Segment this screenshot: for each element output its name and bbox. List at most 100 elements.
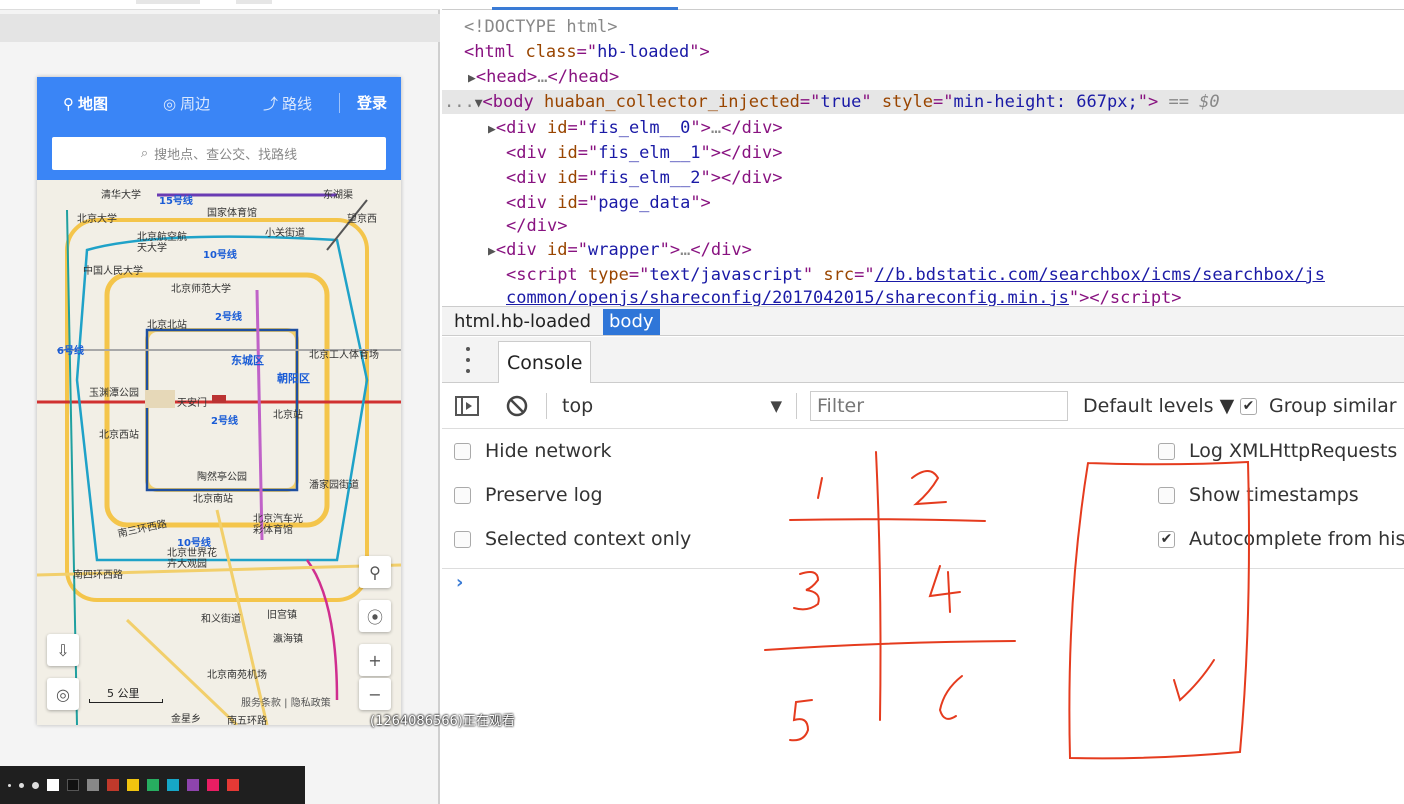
script-node-cont[interactable]: common/openjs/shareconfig/2017042015/sha… (506, 286, 1182, 306)
map-label: 天安门 (177, 398, 207, 409)
settings-divider (442, 568, 1404, 569)
map-label: 北京南站 (193, 494, 233, 505)
nav-route[interactable]: ⤴ 路线 (263, 93, 312, 115)
drawer-menu-icon[interactable] (462, 347, 474, 373)
collapsed-ellipsis: … (537, 67, 548, 87)
map-copyright[interactable]: 服务条款 | 隐私政策 (241, 694, 331, 709)
search-icon: ⌕ (140, 146, 149, 161)
attr-name: class (525, 42, 577, 62)
color-swatch[interactable] (47, 779, 59, 791)
html-node[interactable]: <html class="hb-loaded"> (464, 40, 710, 64)
checkbox-label: Show timestamps (1189, 484, 1359, 506)
pen-size-medium[interactable] (19, 782, 24, 788)
autocomplete-history-checkbox[interactable]: ✔ Autocomplete from history (1158, 526, 1404, 552)
body-node-selected[interactable]: ...▼<body huaban_collector_injected="tru… (442, 90, 1404, 114)
checkmark-icon[interactable]: ✔ (1158, 530, 1175, 548)
toolbar-tab[interactable] (136, 0, 200, 4)
elements-tab-indicator[interactable] (492, 7, 678, 10)
attr-name: huaban_collector_injected (544, 92, 800, 112)
filter-input[interactable]: Filter (810, 391, 1068, 421)
clear-console-icon[interactable] (504, 393, 530, 419)
group-similar-checkbox[interactable]: ✔ Group similar (1240, 393, 1397, 419)
doctype-node[interactable]: <!DOCTYPE html> (464, 15, 618, 39)
breadcrumb: html.hb-loaded body (442, 306, 1404, 336)
nav-map[interactable]: ⚲ 地图 (63, 93, 108, 115)
expand-triangle-icon[interactable]: ▶ (488, 122, 496, 137)
map-label: 南四环西路 (73, 570, 123, 581)
device-preview-pane: ⚲ 地图 ◎ 周边 ⤴ 路线 登录 ⌕ 搜地点、查公交、找路线 清华大学 15号… (0, 0, 440, 804)
checkbox-box[interactable] (1158, 486, 1175, 504)
log-xhr-checkbox[interactable]: Log XMLHttpRequests (1158, 438, 1397, 464)
preserve-log-checkbox[interactable]: Preserve log (454, 482, 603, 508)
nav-nearby-label: 周边 (180, 95, 211, 113)
traffic-light-button[interactable]: ⦿ (359, 600, 391, 632)
tag-name: body (492, 92, 534, 112)
color-swatch[interactable] (107, 779, 119, 791)
map-label: 北京大学 (77, 214, 117, 225)
color-swatch[interactable] (167, 779, 179, 791)
color-swatch[interactable] (187, 779, 199, 791)
div-node[interactable]: <div id="fis_elm__2"></div> (506, 166, 782, 190)
doctype-text: <!DOCTYPE html> (464, 17, 618, 37)
node-ellipsis: ... (444, 92, 475, 112)
map-label: 小关街道 (265, 228, 305, 239)
nav-nearby[interactable]: ◎ 周边 (163, 93, 210, 115)
collapse-triangle-icon[interactable]: ▼ (475, 96, 483, 111)
map-canvas[interactable]: 清华大学 15号线 东湖渠 北京大学 国家体育馆 望京西 北京航空航天大学 小关… (37, 180, 401, 725)
attr-value: min-height: 667px; (953, 92, 1138, 112)
context-select[interactable]: top ▼ (562, 393, 782, 419)
traffic-button[interactable]: ⚲ (359, 556, 391, 588)
color-swatch[interactable] (207, 779, 219, 791)
pen-size-large[interactable] (32, 781, 39, 789)
script-src-link[interactable]: common/openjs/shareconfig/2017042015/sha… (506, 288, 1069, 306)
attr-value: text/javascript (649, 265, 803, 285)
div-node[interactable]: <div id="fis_elm__1"></div> (506, 141, 782, 165)
breadcrumb-html[interactable]: html.hb-loaded (448, 309, 597, 335)
checkbox-box[interactable] (454, 442, 471, 460)
location-pin-icon: ⚲ (63, 95, 74, 113)
log-levels-dropdown[interactable]: Default levels ▼ (1083, 393, 1234, 419)
color-swatch[interactable] (147, 779, 159, 791)
map-label: 望京西 (347, 214, 377, 225)
pen-size-small[interactable] (8, 783, 11, 787)
locate-me-button[interactable]: ◎ (47, 678, 79, 710)
zoom-in-button[interactable]: + (359, 644, 391, 676)
checkmark-icon[interactable]: ✔ (1240, 397, 1257, 415)
show-timestamps-checkbox[interactable]: Show timestamps (1158, 482, 1359, 508)
color-swatch[interactable] (127, 779, 139, 791)
console-prompt-icon[interactable]: › (456, 572, 463, 593)
div-node[interactable]: ▶<div id="wrapper">…</div> (488, 238, 752, 262)
color-swatch[interactable] (67, 779, 79, 791)
login-button[interactable]: 登录 (357, 92, 387, 113)
download-map-button[interactable]: ⇩ (47, 634, 79, 666)
tab-console[interactable]: Console (498, 341, 592, 383)
div-node[interactable]: ▶<div id="fis_elm__0">…</div> (488, 116, 783, 140)
div-close-node[interactable]: </div> (506, 214, 567, 238)
expand-triangle-icon[interactable]: ▶ (468, 71, 476, 86)
hide-network-checkbox[interactable]: Hide network (454, 438, 612, 464)
color-swatch[interactable] (87, 779, 99, 791)
expand-triangle-icon[interactable]: ▶ (488, 244, 496, 259)
checkbox-box[interactable] (454, 530, 471, 548)
selected-context-checkbox[interactable]: Selected context only (454, 526, 691, 552)
zoom-out-button[interactable]: − (359, 678, 391, 710)
map-label: 北京世界花卉大观园 (167, 548, 217, 570)
checkbox-box[interactable] (454, 486, 471, 504)
group-similar-label: Group similar (1269, 395, 1397, 417)
div-node[interactable]: <div id="page_data"> (506, 191, 711, 215)
head-node[interactable]: ▶<head>…</head> (468, 65, 619, 89)
map-label: 旧宫镇 (267, 610, 297, 621)
map-label: 北京师范大学 (171, 284, 231, 295)
tag-name: head (568, 67, 609, 87)
script-src-link[interactable]: //b.bdstatic.com/searchbox/icms/searchbo… (875, 265, 1325, 285)
script-node[interactable]: <script type="text/javascript" src="//b.… (506, 263, 1325, 287)
sidebar-toggle-icon[interactable] (454, 393, 480, 419)
breadcrumb-body[interactable]: body (603, 309, 660, 335)
checkbox-box[interactable] (1158, 442, 1175, 460)
map-search-input[interactable]: ⌕ 搜地点、查公交、找路线 (52, 137, 386, 170)
attr-value: fis_elm__0 (588, 118, 691, 138)
map-label: 清华大学 (101, 190, 141, 201)
toolbar-tab[interactable] (236, 0, 272, 4)
color-swatch[interactable] (227, 779, 239, 791)
map-label: 北京汽车光彩体育馆 (253, 514, 303, 536)
